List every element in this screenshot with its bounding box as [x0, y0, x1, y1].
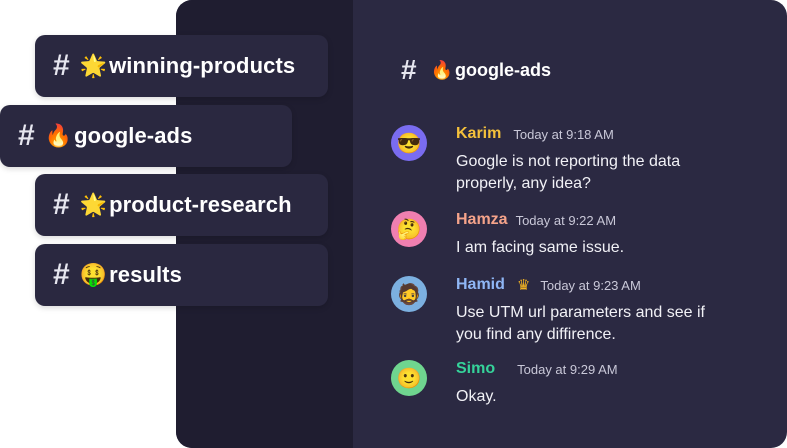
username[interactable]: Karim [456, 125, 501, 143]
hash-icon: # [53, 258, 70, 291]
username[interactable]: Simo [456, 360, 495, 378]
star-emoji-icon: 🌟 [79, 53, 108, 78]
hash-icon: # [18, 119, 35, 152]
message-text: Okay. [456, 388, 497, 405]
hash-icon: # [53, 188, 70, 221]
username[interactable]: Hamid [456, 276, 505, 294]
timestamp: Today at 9:18 AM [513, 126, 614, 142]
timestamp: Today at 9:22 AM [515, 212, 617, 228]
channel-label: google-ads [74, 123, 193, 148]
message-header: Hamza Today at 9:22 AM [456, 211, 616, 229]
timestamp: Today at 9:23 AM [540, 277, 641, 293]
money-face-emoji-icon: 🤑 [79, 262, 108, 287]
avatar-emoji-icon: 😎 [396, 132, 422, 155]
fire-emoji-icon: 🔥 [430, 59, 453, 80]
hash-icon: # [401, 54, 417, 85]
timestamp: Today at 9:29 AM [517, 361, 618, 377]
hash-icon: # [53, 49, 70, 82]
fire-emoji-icon: 🔥 [44, 123, 73, 148]
avatar[interactable]: 😎 [391, 125, 427, 161]
avatar-emoji-icon: 🧔 [396, 283, 422, 306]
message-header: Simo Today at 9:29 AM [456, 360, 618, 378]
message-text: Use UTM url parameters and see if you fi… [456, 304, 705, 343]
chat-content: # 🔥 google-ads 😎 Karim Today at 9:18 AM … [176, 0, 787, 448]
username[interactable]: Hamza [456, 211, 508, 229]
avatar[interactable]: 🧔 [391, 276, 427, 312]
crown-icon: ♛ [516, 277, 531, 294]
channel-title: google-ads [455, 59, 552, 80]
channel-header: # 🔥 google-ads [401, 54, 551, 86]
message-header: Karim Today at 9:18 AM [456, 125, 614, 143]
avatar[interactable]: 🙂 [391, 360, 427, 396]
message-text: Google is not reporting the data properl… [456, 153, 681, 192]
message-header: Hamid ♛ Today at 9:23 AM [456, 276, 641, 294]
message-text: I am facing same issue. [456, 239, 625, 256]
avatar[interactable]: 🤔 [391, 211, 427, 247]
channel-label: results [109, 262, 182, 287]
avatar-emoji-icon: 🤔 [396, 218, 422, 241]
avatar-emoji-icon: 🙂 [396, 367, 422, 390]
star-emoji-icon: 🌟 [79, 192, 108, 217]
